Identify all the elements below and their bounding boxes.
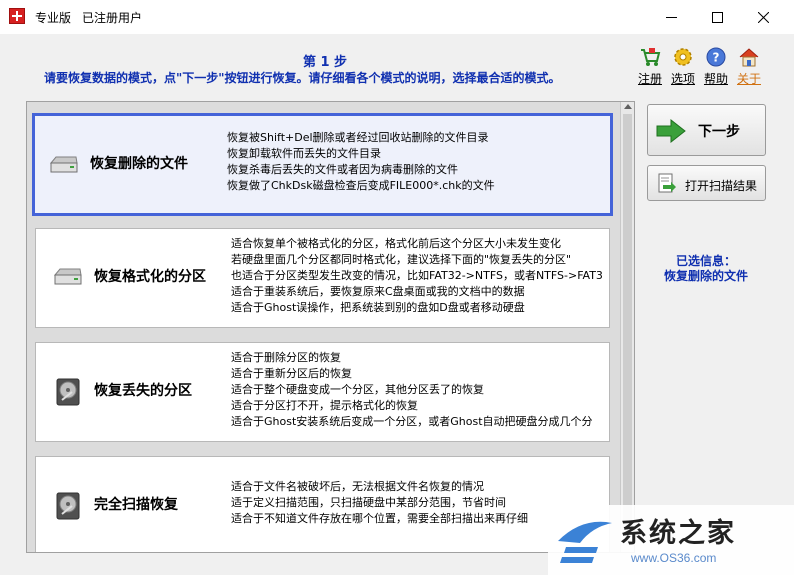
arrow-right-icon (656, 119, 686, 143)
mode-description: 恢复被Shift+Del删除或者经过回收站删除的文件目录 恢复卸载软件而丢失的文… (227, 130, 495, 194)
next-step-label: 下一步 (698, 124, 740, 140)
selected-info-label: 已选信息： (675, 254, 736, 268)
watermark-url: www.OS36.com (631, 551, 717, 565)
mode-line: 恢复卸载软件而丢失的文件目录 (227, 147, 381, 160)
close-icon (757, 11, 769, 23)
minimize-button[interactable] (648, 0, 694, 34)
mode-card-recover-lost-partition[interactable]: 恢复丢失的分区 适合于删除分区的恢复 适合于重新分区后的恢复 适合于整个硬盘变成… (35, 342, 610, 442)
help-icon: ? (705, 46, 727, 68)
site-logo (558, 521, 612, 563)
window-title-status: 已注册用户 (82, 11, 143, 25)
mode-title: 完全扫描恢复 (94, 497, 178, 513)
mode-card-recover-formatted[interactable]: 恢复格式化的分区 适合恢复单个被格式化的分区，格式化前后这个分区大小未发生变化 … (35, 228, 610, 328)
mode-line: 适合于整个硬盘变成一个分区，其他分区丢了的恢复 (231, 383, 484, 396)
about-button[interactable]: 关于 (733, 46, 765, 87)
harddisk-icon (52, 376, 84, 408)
mode-line: 适合于删除分区的恢复 (231, 351, 341, 364)
selected-info-value: 恢复删除的文件 (663, 269, 748, 283)
mode-title: 恢复格式化的分区 (94, 269, 206, 285)
mode-line: 适合于重装系统后，要恢复原来C盘桌面或我的文档中的数据 (231, 285, 525, 298)
harddisk-icon (52, 490, 84, 522)
options-label: 选项 (670, 72, 695, 86)
selected-info: 已选信息： 恢复删除的文件 (640, 254, 772, 284)
mode-card-recover-deleted[interactable]: 恢复删除的文件 恢复被Shift+Del删除或者经过回收站删除的文件目录 恢复卸… (32, 113, 613, 216)
home-icon (738, 46, 760, 68)
help-label: 帮助 (703, 72, 728, 86)
mode-line: 适合于不知道文件存放在哪个位置，需要全部扫描出来再仔细 (231, 512, 528, 525)
mode-line: 适合恢复单个被格式化的分区，格式化前后这个分区大小未发生变化 (231, 237, 561, 250)
header-panel: 第 1 步 请要恢复数据的模式，点"下一步"按钮进行恢复。请仔细看各个模式的说明… (0, 34, 794, 96)
scroll-up-icon[interactable] (624, 104, 632, 109)
mode-line: 适合于重新分区后的恢复 (231, 367, 352, 380)
mode-title: 恢复丢失的分区 (94, 383, 192, 399)
mode-title: 恢复删除的文件 (90, 156, 188, 172)
open-file-icon (658, 173, 676, 193)
help-button[interactable]: ? 帮助 (700, 46, 732, 87)
maximize-icon (711, 11, 723, 23)
window-title-edition: 专业版 (35, 11, 72, 25)
mode-line: 恢复杀毒后丢失的文件或者因为病毒删除的文件 (227, 163, 458, 176)
mode-line: 适合于Ghost误操作，把系统装到别的盘如D盘或者移动硬盘 (231, 301, 525, 314)
mode-line: 适合于文件名被破坏后，无法根据文件名恢复的情况 (231, 480, 484, 493)
mode-list: 恢复删除的文件 恢复被Shift+Del删除或者经过回收站删除的文件目录 恢复卸… (26, 101, 635, 553)
options-button[interactable]: 选项 (667, 46, 699, 87)
step-title: 第 1 步 (302, 55, 348, 70)
step-description: 请要恢复数据的模式，点"下一步"按钮进行恢复。请仔细看各个模式的说明，选择最合适… (44, 71, 561, 85)
next-step-button[interactable]: 下一步 (647, 104, 766, 156)
svg-text:?: ? (713, 51, 720, 65)
mode-line: 若硬盘里面几个分区都同时格式化，建议选择下面的"恢复丢失的分区" (231, 253, 572, 266)
mode-description: 适合恢复单个被格式化的分区，格式化前后这个分区大小未发生变化 若硬盘里面几个分区… (231, 236, 603, 316)
minimize-icon (665, 16, 677, 18)
mode-line: 适于定义扫描范围，只扫描硬盘中某部分范围，节省时间 (231, 496, 506, 509)
drive-icon (52, 261, 84, 293)
watermark: 系统之家 www.OS36.com (548, 505, 794, 575)
open-scan-result-button[interactable]: 打开扫描结果 (647, 165, 766, 201)
gear-icon (672, 46, 694, 68)
watermark-name: 系统之家 (620, 518, 736, 549)
open-scan-result-label: 打开扫描结果 (685, 179, 758, 193)
drive-icon (48, 149, 80, 181)
maximize-button[interactable] (694, 0, 740, 34)
mode-line: 适合于Ghost安装系统后变成一个分区，或者Ghost自动把硬盘分成几个分 (231, 415, 593, 428)
mode-card-full-scan[interactable]: 完全扫描恢复 适合于文件名被破坏后，无法根据文件名恢复的情况 适于定义扫描范围，… (35, 456, 610, 552)
register-button[interactable]: 注册 (634, 46, 666, 87)
register-label: 注册 (637, 72, 662, 86)
about-label: 关于 (736, 72, 761, 86)
mode-description: 适合于文件名被破坏后，无法根据文件名恢复的情况 适于定义扫描范围，只扫描硬盘中某… (231, 479, 528, 527)
mode-line: 恢复做了ChkDsk磁盘检查后变成FILE000*.chk的文件 (227, 179, 495, 192)
mode-line: 适合于分区打不开，提示格式化的恢复 (231, 399, 418, 412)
mode-line: 恢复被Shift+Del删除或者经过回收站删除的文件目录 (227, 131, 489, 144)
mode-description: 适合于删除分区的恢复 适合于重新分区后的恢复 适合于整个硬盘变成一个分区，其他分… (231, 350, 593, 430)
vertical-scrollbar[interactable] (620, 102, 634, 552)
scrollbar-thumb[interactable] (623, 114, 632, 534)
cart-icon (639, 46, 661, 68)
mode-line: 也适合于分区类型发生改变的情况，比如FAT32->NTFS，或者NTFS->FA… (231, 269, 603, 282)
title-bar: 专业版 已注册用户 (0, 0, 794, 34)
close-button[interactable] (740, 0, 786, 34)
app-icon[interactable] (9, 8, 25, 24)
